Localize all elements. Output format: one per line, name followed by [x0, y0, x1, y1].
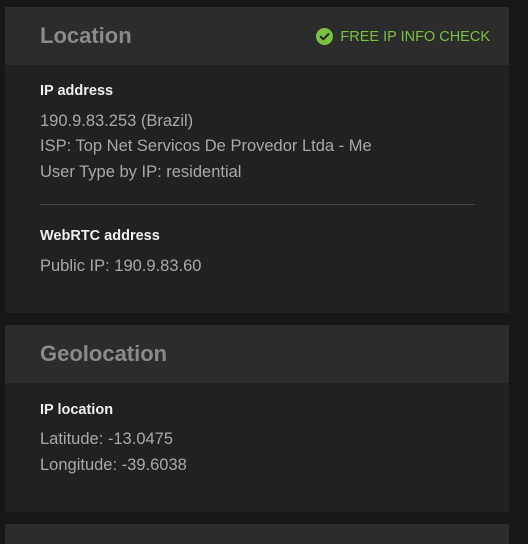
geolocation-title: Geolocation: [40, 341, 168, 366]
location-panel: Location FREE IP INFO CHECK IP address 1…: [5, 7, 509, 313]
webrtc-address-label: WebRTC address: [40, 228, 160, 244]
next-panel-header: [5, 524, 509, 544]
ip-address-value: 190.9.83.253 (Brazil): [40, 112, 194, 130]
latitude-value: Latitude: -13.0475: [40, 430, 174, 448]
location-header: Location FREE IP INFO CHECK: [5, 7, 509, 65]
longitude-value: Longitude: -39.6038: [40, 456, 187, 474]
ip-location-label: IP location: [40, 402, 114, 418]
section-divider: [40, 204, 475, 205]
ip-address-label: IP address: [40, 83, 114, 99]
free-ip-info-check-link[interactable]: FREE IP INFO CHECK: [316, 28, 490, 45]
check-circle-icon: [316, 28, 334, 45]
location-title: Location: [40, 23, 132, 48]
geolocation-panel: Geolocation IP location Latitude: -13.04…: [5, 325, 509, 512]
geolocation-header: Geolocation: [5, 325, 509, 383]
isp-value: ISP: Top Net Servicos De Provedor Ltda -…: [40, 137, 372, 155]
webrtc-public-ip-value: Public IP: 190.9.83.60: [40, 257, 202, 275]
free-ip-info-check-label: FREE IP INFO CHECK: [340, 28, 490, 45]
user-type-value: User Type by IP: residential: [40, 163, 242, 181]
